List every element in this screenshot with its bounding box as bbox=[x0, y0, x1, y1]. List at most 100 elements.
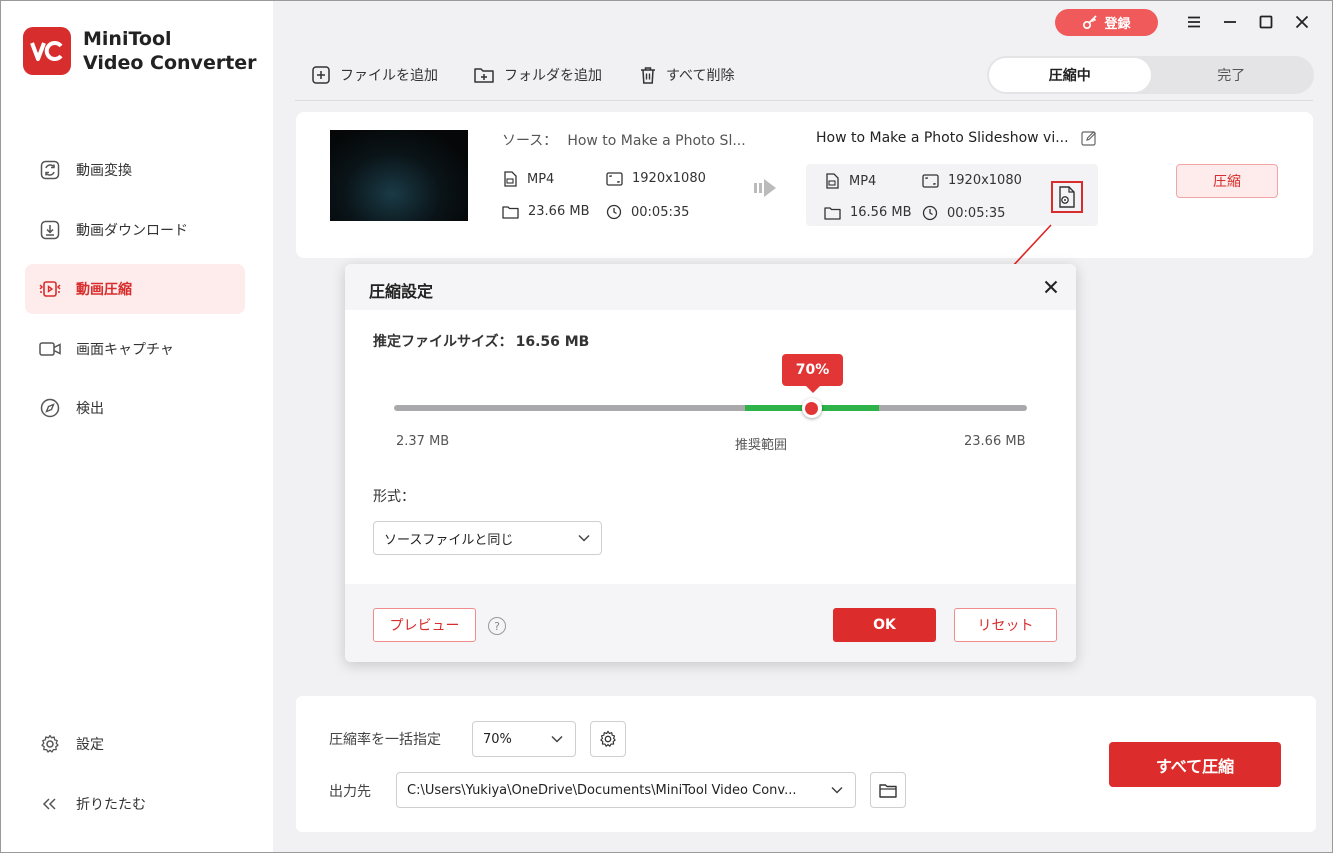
ratio-value: 70% bbox=[483, 731, 512, 747]
add-folder-button[interactable]: フォルダを追加 bbox=[474, 65, 602, 85]
toolbar: ファイルを追加 フォルダを追加 すべて削除 圧縮中 完了 bbox=[295, 56, 1314, 101]
slider-min-label: 2.37 MB bbox=[396, 434, 450, 449]
preview-button[interactable]: プレビュー bbox=[373, 608, 476, 642]
output-resolution-value: 1920x1080 bbox=[948, 173, 1022, 188]
collapse-icon bbox=[39, 793, 61, 815]
sidebar-item-label: 設定 bbox=[76, 737, 104, 753]
compress-all-button[interactable]: すべて圧縮 bbox=[1109, 742, 1281, 787]
register-label: 登録 bbox=[1104, 16, 1131, 32]
register-button[interactable]: 登録 bbox=[1055, 8, 1158, 36]
source-resolution-value: 1920x1080 bbox=[632, 171, 706, 186]
app-name-line2: Video Converter bbox=[83, 52, 257, 74]
folder-icon bbox=[879, 783, 897, 798]
source-label: ソース： bbox=[502, 133, 558, 149]
reset-button[interactable]: リセット bbox=[954, 608, 1057, 642]
maximize-button[interactable] bbox=[1248, 8, 1284, 36]
logo-badge bbox=[23, 27, 71, 75]
resolution-icon bbox=[606, 171, 623, 186]
compression-settings-dialog: 圧縮設定 推定ファイルサイズ： 16.56 MB 70% 2.37 MB 推奨範囲… bbox=[345, 264, 1076, 662]
slider-handle[interactable] bbox=[801, 398, 822, 418]
source-size-value: 23.66 MB bbox=[528, 204, 590, 219]
file-format-icon bbox=[504, 171, 517, 187]
minimize-icon bbox=[1224, 21, 1236, 23]
output-duration-value: 00:05:35 bbox=[947, 205, 1006, 221]
sidebar-bottom: 設定 折りたたむ bbox=[25, 719, 245, 838]
output-resolution: 1920x1080 bbox=[922, 173, 1022, 188]
source-duration-value: 00:05:35 bbox=[631, 204, 690, 220]
sidebar-item-download[interactable]: 動画ダウンロード bbox=[25, 205, 245, 255]
ok-button[interactable]: OK bbox=[833, 608, 936, 642]
compression-settings-button[interactable] bbox=[1051, 181, 1083, 213]
source-format-value: MP4 bbox=[527, 171, 555, 187]
output-path: C:\Users\Yukiya\OneDrive\Documents\MiniT… bbox=[407, 782, 797, 798]
compression-slider[interactable] bbox=[394, 398, 1027, 418]
ratio-dropdown[interactable]: 70% bbox=[472, 721, 576, 757]
chevron-down-icon bbox=[578, 534, 590, 542]
sidebar-item-compress[interactable]: 動画圧縮 bbox=[25, 264, 245, 314]
sidebar-item-convert[interactable]: 動画変換 bbox=[25, 145, 245, 195]
sidebar-item-label: 動画変換 bbox=[76, 163, 132, 179]
sidebar-item-label: 折りたたむ bbox=[76, 796, 146, 813]
estimated-size: 推定ファイルサイズ： 16.56 MB bbox=[373, 331, 589, 351]
output-duration: 00:05:35 bbox=[922, 205, 1005, 221]
status-tabs: 圧縮中 完了 bbox=[987, 56, 1314, 94]
convert-icon bbox=[39, 159, 61, 181]
dialog-title: 圧縮設定 bbox=[369, 282, 434, 301]
sidebar-item-discover[interactable]: 検出 bbox=[25, 383, 245, 433]
output-format: MP4 bbox=[824, 173, 876, 189]
format-dropdown[interactable]: ソースファイルと同じ bbox=[373, 521, 602, 555]
help-icon[interactable]: ? bbox=[488, 617, 506, 635]
folder-icon bbox=[824, 206, 841, 220]
sidebar-item-label: 動画圧縮 bbox=[76, 282, 132, 298]
browse-folder-button[interactable] bbox=[870, 772, 906, 808]
sidebar-item-settings[interactable]: 設定 bbox=[25, 719, 245, 769]
dialog-header: 圧縮設定 bbox=[345, 264, 1076, 310]
menu-button[interactable] bbox=[1176, 8, 1212, 36]
sidebar: MiniTool Video Converter 動画変換 動画ダウンロード 動… bbox=[1, 1, 273, 852]
edit-icon[interactable] bbox=[1080, 130, 1097, 146]
compass-icon bbox=[39, 397, 61, 419]
source-duration: 00:05:35 bbox=[606, 204, 689, 220]
output-name: How to Make a Photo Slideshow vi... bbox=[816, 130, 1069, 146]
video-thumbnail[interactable] bbox=[330, 130, 468, 221]
sidebar-item-collapse[interactable]: 折りたたむ bbox=[25, 779, 245, 829]
trash-icon bbox=[641, 67, 655, 84]
resolution-icon bbox=[922, 173, 939, 188]
add-folder-label: フォルダを追加 bbox=[504, 68, 602, 84]
close-icon bbox=[1295, 15, 1309, 29]
slider-max-label: 23.66 MB bbox=[964, 434, 1026, 449]
tab-completed[interactable]: 完了 bbox=[1151, 58, 1313, 92]
add-file-icon bbox=[312, 66, 330, 84]
slider-value-tooltip: 70% bbox=[782, 354, 843, 393]
slider-recommended-label: 推奨範囲 bbox=[735, 438, 788, 453]
sidebar-nav: 動画変換 動画ダウンロード 動画圧縮 画面キャプチャ 検出 bbox=[25, 145, 245, 443]
minimize-button[interactable] bbox=[1212, 8, 1248, 36]
sidebar-item-label: 画面キャプチャ bbox=[76, 341, 174, 358]
compress-icon bbox=[39, 278, 61, 300]
source-format: MP4 bbox=[502, 171, 554, 187]
output-path-dropdown[interactable]: C:\Users\Yukiya\OneDrive\Documents\MiniT… bbox=[396, 772, 856, 808]
ratio-label: 圧縮率を一括指定 bbox=[329, 732, 441, 748]
sidebar-item-capture[interactable]: 画面キャプチャ bbox=[25, 324, 245, 374]
compress-button[interactable]: 圧縮 bbox=[1176, 164, 1278, 198]
clock-icon bbox=[606, 204, 622, 220]
source-size: 23.66 MB bbox=[502, 204, 589, 219]
titlebar-controls: 登録 bbox=[1055, 8, 1320, 36]
app-logo: MiniTool Video Converter bbox=[23, 27, 257, 75]
tab-compressing[interactable]: 圧縮中 bbox=[989, 58, 1151, 92]
delete-all-button[interactable]: すべて削除 bbox=[640, 65, 734, 85]
add-file-button[interactable]: ファイルを追加 bbox=[312, 65, 438, 85]
close-button[interactable] bbox=[1284, 8, 1320, 36]
delete-all-label: すべて削除 bbox=[666, 68, 735, 84]
ratio-settings-button[interactable] bbox=[590, 721, 626, 757]
bottom-panel: 圧縮率を一括指定 70% 出力先 C:\Users\Yukiya\OneDriv… bbox=[296, 696, 1316, 832]
dialog-close-button[interactable] bbox=[1040, 276, 1062, 298]
folder-icon bbox=[502, 205, 519, 219]
app-name-line1: MiniTool bbox=[83, 28, 172, 50]
gear-icon bbox=[600, 730, 616, 747]
file-settings-icon bbox=[1059, 186, 1075, 208]
clock-icon bbox=[922, 205, 938, 221]
key-icon bbox=[1083, 15, 1098, 30]
chevron-down-icon bbox=[551, 735, 563, 743]
camera-icon bbox=[39, 338, 61, 360]
